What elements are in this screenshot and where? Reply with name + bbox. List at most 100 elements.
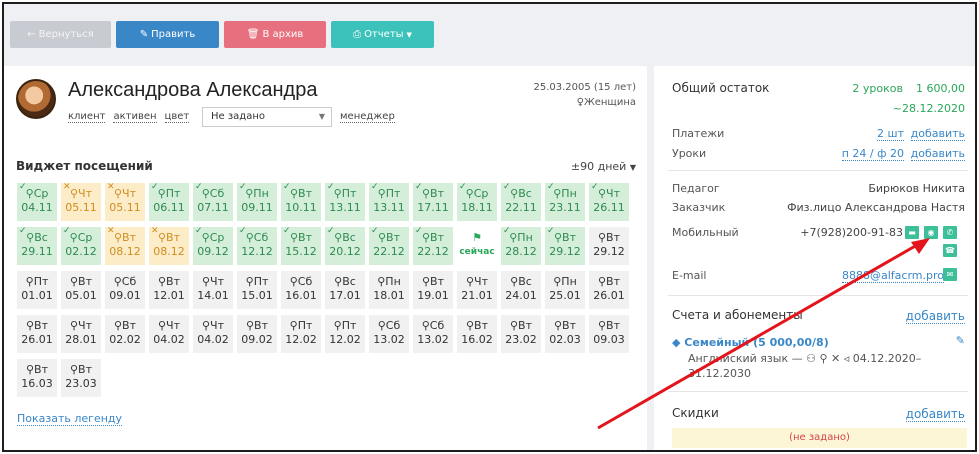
caret-down-icon: ▼ — [629, 163, 636, 172]
visit-date: 18.11 — [461, 201, 493, 214]
visit-cell[interactable]: ✓ ⚲Чт 26.11 — [589, 183, 629, 221]
visit-cell[interactable]: ✓ ⚲Пт 13.11 — [325, 183, 365, 221]
visit-cell[interactable]: ✓ ⚲Вт 22.12 — [413, 227, 453, 265]
visit-cell[interactable]: ⚲Чт 04.02 — [193, 315, 233, 353]
visit-cell[interactable]: ✓ ⚲Вт 10.11 — [281, 183, 321, 221]
person-icon: ⚲ — [597, 231, 607, 244]
mail-icon[interactable]: ✉ — [943, 268, 957, 281]
visit-cell[interactable]: ✓ ⚲Пн 09.11 — [237, 183, 277, 221]
visit-cell[interactable]: ⚲Чт 28.01 — [61, 315, 101, 353]
pencil-icon: ✎ — [139, 29, 149, 40]
person-icon: ⚲ — [245, 231, 254, 244]
pencil-icon[interactable]: ✎ — [956, 334, 965, 347]
tag-client[interactable]: клиент — [68, 111, 106, 123]
visit-cell[interactable]: ⚲Вс 17.01 — [325, 271, 365, 309]
subscription-plan[interactable]: ◆ Семейный (5 000,00/8) — [672, 336, 829, 349]
visit-day: Чт — [78, 187, 92, 200]
visit-cell[interactable]: ⚲Вт 19.01 — [413, 271, 453, 309]
visit-cell[interactable]: ⚲Пт 12.02 — [281, 315, 321, 353]
range-dropdown[interactable]: ±90 дней ▼ — [571, 160, 636, 173]
visit-day: Пт — [341, 187, 357, 200]
status-select[interactable]: Не задано ▼ — [202, 107, 332, 127]
visit-cell[interactable]: ⚲Вт 12.01 — [149, 271, 189, 309]
visit-cell[interactable]: ⚲Чт 21.01 — [457, 271, 497, 309]
visit-cell[interactable]: ✓ ⚲Пт 13.11 — [369, 183, 409, 221]
visit-cell[interactable]: ✓ ⚲Вт 29.12 — [545, 227, 585, 265]
visit-cell[interactable]: ⚲Сб 09.01 — [105, 271, 145, 309]
show-legend-link[interactable]: Показать легенду — [17, 412, 123, 426]
visit-cell[interactable]: ⚲Пн 18.01 — [369, 271, 409, 309]
birth-date: 25.03.2005 (15 лет) — [533, 82, 636, 93]
visit-cell[interactable]: ⚲Вт 16.03 — [17, 359, 57, 397]
viber-icon[interactable]: ✆ — [943, 226, 957, 239]
tag-active[interactable]: активен — [113, 111, 157, 123]
visit-cell[interactable]: ⚲Вт 26.01 — [17, 315, 57, 353]
visit-cell[interactable]: ✓ ⚲Вт 17.11 — [413, 183, 453, 221]
visit-cell[interactable]: ⚲Вт 23.03 — [61, 359, 101, 397]
visit-cell[interactable]: ⚲Сб 13.02 — [413, 315, 453, 353]
phone-icon[interactable]: ☎ — [943, 244, 957, 257]
payments-count[interactable]: 2 шт — [877, 127, 904, 141]
visit-cell[interactable]: ⚲Вт 02.03 — [545, 315, 585, 353]
visit-cell[interactable]: ✓ ⚲Пт 06.11 — [149, 183, 189, 221]
visit-cell[interactable]: ✓ ⚲Ср 09.12 — [193, 227, 233, 265]
visit-cell[interactable]: ✓ ⚲Вт 22.12 — [369, 227, 409, 265]
add-subscription-link[interactable]: добавить — [905, 309, 965, 324]
visit-cell[interactable]: ⚲Вт 09.03 — [589, 315, 629, 353]
visit-cell[interactable]: ✓ ⚲Пн 23.11 — [545, 183, 585, 221]
subscriptions-title: Счета и абонементы — [672, 308, 803, 322]
visit-cell[interactable]: ⚲Сб 16.01 — [281, 271, 321, 309]
edit-button[interactable]: ✎ Править — [116, 21, 219, 48]
person-icon: ⚲ — [289, 275, 298, 288]
visit-cell[interactable]: ⚲Пт 12.02 — [325, 315, 365, 353]
archive-button[interactable]: 🗑 В архив — [224, 21, 326, 48]
visit-cell[interactable]: ⚲Вт 29.12 — [589, 227, 629, 265]
whatsapp-icon[interactable]: ◉ — [924, 226, 938, 239]
visit-cell[interactable]: ⚲Сб 13.02 — [369, 315, 409, 353]
email-label: E-mail — [672, 269, 707, 282]
visit-cell[interactable]: ✓ ⚲Сб 07.11 — [193, 183, 233, 221]
visit-cell[interactable]: ⚲Вт 09.02 — [237, 315, 277, 353]
visit-cell[interactable]: ⚲Пт 01.01 — [17, 271, 57, 309]
add-discount-link[interactable]: добавить — [905, 407, 965, 422]
person-icon: ⚲ — [377, 319, 386, 332]
visit-day-label: ⚲Вт — [105, 319, 145, 333]
visit-cell[interactable]: ⚲Вт 16.02 — [457, 315, 497, 353]
visit-cell[interactable]: ✓ ⚲Вс 29.11 — [17, 227, 57, 265]
visit-cell[interactable]: ✓ ⚲Вс 22.11 — [501, 183, 541, 221]
sms-icon[interactable]: ▬ — [905, 226, 919, 239]
visit-cell[interactable]: ✓ ⚲Ср 04.11 — [17, 183, 57, 221]
email-value[interactable]: 8888@alfacrm.pro — [842, 269, 944, 283]
visit-cell[interactable]: ⚲Вт 05.01 — [61, 271, 101, 309]
cross-icon: ✕ — [63, 182, 71, 192]
back-button[interactable]: ← Вернуться — [10, 21, 111, 48]
check-icon: ✓ — [547, 182, 555, 192]
add-lesson-link[interactable]: добавить — [910, 147, 965, 161]
visit-cell[interactable]: ⚲Вт 23.02 — [501, 315, 541, 353]
visit-cell[interactable]: ⚲Чт 14.01 — [193, 271, 233, 309]
lessons-count[interactable]: п 24 / ф 20 — [841, 147, 904, 161]
visit-cell[interactable]: ✓ ⚲Ср 02.12 — [61, 227, 101, 265]
visit-cell[interactable]: ✕ ⚲Чт 05.11 — [61, 183, 101, 221]
reports-button[interactable]: ⎙ Отчеты ▼ — [331, 21, 434, 48]
visit-cell[interactable]: ✕ ⚲Вт 08.12 — [149, 227, 189, 265]
tag-color[interactable]: цвет — [164, 111, 190, 123]
visit-cell[interactable]: ⚲Чт 04.02 — [149, 315, 189, 353]
visit-cell[interactable]: ✕ ⚲Чт 05.11 — [105, 183, 145, 221]
visit-cell[interactable]: ⚲Пн 25.01 — [545, 271, 585, 309]
manager-link[interactable]: менеджер — [340, 111, 395, 123]
visit-cell[interactable]: ✓ ⚲Вт 15.12 — [281, 227, 321, 265]
add-payment-link[interactable]: добавить — [910, 127, 965, 141]
visit-cell[interactable]: ✓ ⚲Пн 28.12 — [501, 227, 541, 265]
visit-cell[interactable]: ✓ ⚲Вс 20.12 — [325, 227, 365, 265]
visit-cell[interactable]: ⚲Вт 02.02 — [105, 315, 145, 353]
visit-date: 21.01 — [461, 289, 493, 302]
visit-cell[interactable]: ✕ ⚲Вт 08.12 — [105, 227, 145, 265]
visit-cell[interactable]: ✓ ⚲Сб 12.12 — [237, 227, 277, 265]
visit-cell[interactable]: ⚲Вт 26.01 — [589, 271, 629, 309]
visit-date: 28.12 — [505, 245, 537, 258]
visit-cell[interactable]: ✓ ⚲Ср 18.11 — [457, 183, 497, 221]
visit-cell[interactable]: ⚲Вс 24.01 — [501, 271, 541, 309]
visit-cell[interactable]: ⚲Пт 15.01 — [237, 271, 277, 309]
visit-cell-now[interactable]: ⚑ сейчас — [457, 227, 497, 265]
